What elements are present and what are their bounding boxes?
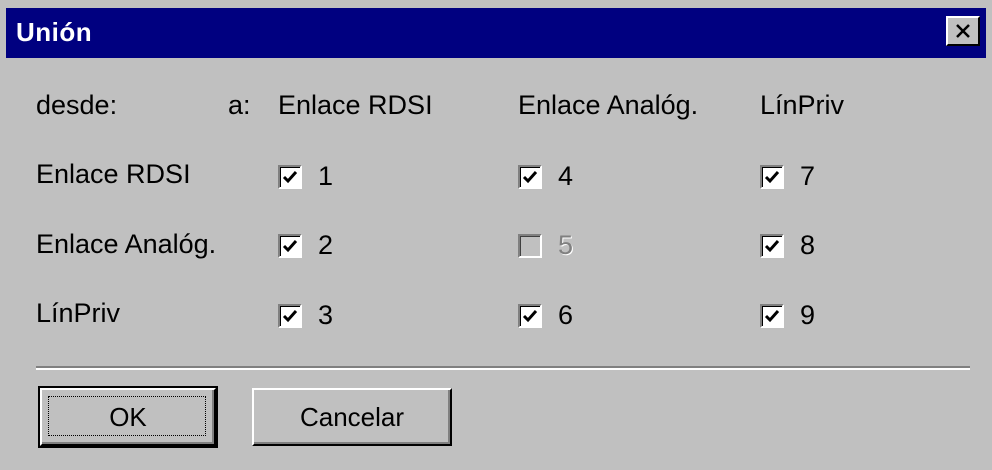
checkbox-label: 3 [318, 300, 334, 330]
column-header-enlace-rdsi: Enlace RDSI [278, 90, 433, 120]
checkbox-label: 5 [558, 230, 574, 260]
checkmark-icon [282, 239, 298, 252]
checkbox-box[interactable] [278, 233, 302, 258]
row-label-enlace-analog: Enlace Analóg. [36, 229, 217, 259]
checkbox-box[interactable] [760, 233, 784, 258]
checkmark-icon [282, 170, 298, 183]
checkbox-label: 6 [558, 300, 574, 330]
checkbox-6[interactable]: 6 [518, 300, 573, 331]
checkmark-icon [764, 170, 780, 183]
checkbox-box[interactable] [518, 164, 542, 189]
from-label: desde: [36, 90, 118, 120]
close-button[interactable] [946, 16, 980, 46]
checkbox-label: 2 [318, 230, 334, 260]
checkbox-1[interactable]: 1 [278, 161, 333, 192]
checkbox-label: 9 [800, 300, 816, 330]
checkbox-box[interactable] [760, 303, 784, 328]
checkbox-box [518, 233, 542, 258]
checkmark-icon [282, 309, 298, 322]
row-label-enlace-rdsi: Enlace RDSI [36, 159, 191, 189]
checkbox-label: 8 [800, 230, 816, 260]
checkmark-icon [522, 170, 538, 183]
checkmark-icon [522, 309, 538, 322]
checkbox-8[interactable]: 8 [760, 230, 815, 261]
checkbox-box[interactable] [278, 303, 302, 328]
cancel-button[interactable]: Cancelar [252, 388, 452, 446]
checkbox-label: 7 [800, 161, 816, 191]
union-dialog: Unión desde: a: Enlace RDSI Enlace Analó… [0, 0, 992, 470]
checkmark-icon [764, 309, 780, 322]
to-label: a: [228, 90, 251, 120]
checkbox-label: 4 [558, 161, 574, 191]
ok-button[interactable]: OK [38, 386, 218, 448]
focus-rect [48, 396, 206, 436]
checkbox-4[interactable]: 4 [518, 161, 573, 192]
checkbox-label: 1 [318, 161, 334, 191]
checkbox-box[interactable] [278, 164, 302, 189]
row-label-linpriv: LínPriv [36, 298, 121, 328]
checkbox-9[interactable]: 9 [760, 300, 815, 331]
title-bar[interactable]: Unión [6, 8, 986, 58]
close-icon [956, 24, 970, 38]
checkbox-2[interactable]: 2 [278, 230, 333, 261]
checkmark-icon [764, 239, 780, 252]
column-header-linpriv: LínPriv [760, 90, 845, 120]
column-header-enlace-analog: Enlace Analóg. [518, 90, 699, 120]
checkbox-7[interactable]: 7 [760, 161, 815, 192]
checkbox-box[interactable] [760, 164, 784, 189]
checkbox-box[interactable] [518, 303, 542, 328]
separator [36, 366, 970, 370]
checkbox-5: 5 [518, 230, 573, 261]
cancel-button-label: Cancelar [299, 401, 405, 432]
window-title: Unión [16, 17, 93, 47]
checkbox-3[interactable]: 3 [278, 300, 333, 331]
